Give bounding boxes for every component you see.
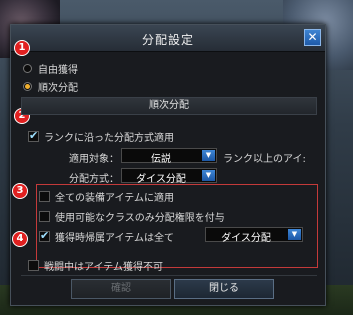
target-label: 適用対象： bbox=[69, 154, 119, 165]
checkbox[interactable] bbox=[39, 190, 50, 202]
dropdown-value: 伝説 bbox=[151, 154, 171, 165]
checkbox-label: ランクに沿った分配方式適用 bbox=[44, 132, 174, 144]
bind-on-pickup-dropdown[interactable]: ダイス分配 ▼ bbox=[205, 227, 303, 244]
checkbox-label: 戦闘中はアイテム獲得不可 bbox=[44, 261, 163, 273]
dropdown-value: ダイス分配 bbox=[221, 233, 271, 244]
chevron-down-icon: ▼ bbox=[202, 170, 215, 181]
radio-sequential-distribution[interactable]: 順次分配 bbox=[23, 79, 78, 94]
dialog-title: 分配設定 bbox=[141, 33, 194, 47]
annotation-marker-3: 3 bbox=[12, 183, 28, 199]
checkbox-label: 使用可能なクラスのみ分配権限を付与 bbox=[55, 212, 225, 224]
method-dropdown[interactable]: ダイス分配 ▼ bbox=[121, 168, 217, 185]
radio-button[interactable] bbox=[23, 63, 32, 73]
title-bar: 分配設定 ✕ bbox=[11, 25, 325, 52]
checkbox-checked[interactable] bbox=[28, 129, 39, 142]
chevron-down-icon: ▼ bbox=[202, 150, 215, 161]
distribution-settings-dialog: 分配設定 ✕ 1 自由獲得 順次分配 2 順次分配 ランクに沿った分配方式適用 … bbox=[10, 24, 326, 306]
annotation-marker-1: 1 bbox=[14, 40, 30, 56]
annotation-marker-4: 4 bbox=[12, 231, 28, 247]
checkbox[interactable] bbox=[39, 210, 50, 222]
confirm-button[interactable]: 確認 bbox=[71, 279, 171, 299]
target-rank-dropdown[interactable]: 伝説 ▼ bbox=[121, 148, 217, 165]
apply-all-equipment-option[interactable]: 全ての装備アイテムに適用 bbox=[39, 189, 174, 204]
close-button[interactable]: ✕ bbox=[304, 29, 321, 46]
divider bbox=[21, 275, 317, 276]
checkbox-label: 獲得時帰属アイテムは全て bbox=[55, 232, 174, 244]
radio-label: 自由獲得 bbox=[38, 64, 78, 76]
section-header: 順次分配 bbox=[21, 97, 317, 115]
target-suffix-label: ランク以上のアイ: bbox=[223, 154, 306, 165]
bind-on-pickup-option[interactable]: 獲得時帰属アイテムは全て bbox=[39, 229, 174, 244]
radio-free-acquire[interactable]: 自由獲得 bbox=[23, 61, 78, 76]
dropdown-value: ダイス分配 bbox=[136, 174, 186, 185]
usable-class-only-option[interactable]: 使用可能なクラスのみ分配権限を付与 bbox=[39, 209, 225, 224]
checkbox[interactable] bbox=[28, 259, 39, 271]
no-loot-in-combat-option[interactable]: 戦闘中はアイテム獲得不可 bbox=[28, 258, 163, 273]
radio-button-selected[interactable] bbox=[23, 81, 32, 91]
close-dialog-button[interactable]: 閉じる bbox=[174, 279, 274, 299]
checkbox-checked[interactable] bbox=[39, 229, 50, 242]
checkbox-label: 全ての装備アイテムに適用 bbox=[55, 192, 174, 204]
radio-label: 順次分配 bbox=[38, 82, 78, 94]
rank-distribution-option[interactable]: ランクに沿った分配方式適用 bbox=[28, 129, 174, 144]
chevron-down-icon: ▼ bbox=[288, 229, 301, 240]
method-label: 分配方式： bbox=[69, 174, 119, 185]
